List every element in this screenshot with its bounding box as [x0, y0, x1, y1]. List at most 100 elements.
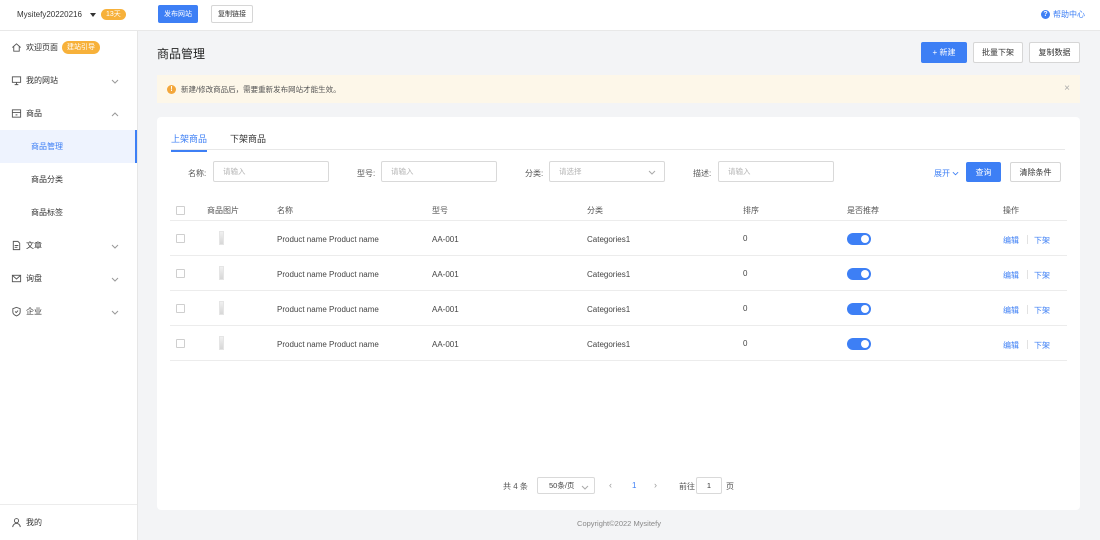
product-image-thumbnail [219, 336, 224, 350]
sidebar-item-mine[interactable]: 我的 [0, 504, 137, 540]
tab-listed-products[interactable]: 上架商品 [171, 132, 208, 152]
product-sort: 0 [743, 304, 748, 313]
sidebar-item-label: 我的 [26, 518, 42, 527]
recommend-toggle[interactable] [847, 303, 871, 315]
filter-desc-input[interactable] [718, 161, 834, 182]
row-checkbox[interactable] [176, 339, 185, 348]
product-model: AA-001 [432, 235, 459, 244]
edit-link[interactable]: 编辑 [1003, 340, 1019, 351]
recommend-toggle[interactable] [847, 268, 871, 280]
sidebar-item-welcome[interactable]: 欢迎页面 建站引导 [0, 31, 137, 64]
site-name: Mysitefy20220216 [17, 10, 82, 19]
header-recommend: 是否推荐 [847, 206, 879, 215]
new-product-button[interactable]: + 新建 [921, 42, 967, 63]
user-icon [10, 517, 22, 529]
product-category: Categories1 [587, 235, 631, 244]
pagination: 共 4 条 50条/页 ‹ 1 › 前往 页 [157, 477, 1080, 495]
chevron-down-icon [952, 171, 959, 176]
edit-link[interactable]: 编辑 [1003, 235, 1019, 246]
product-list-card: 上架商品 下架商品 名称: 型号: 分类: 请选择 描述: 展开 查询 清除条件… [157, 117, 1080, 510]
product-table: 商品图片 名称 型号 分类 排序 是否推荐 操作 Product name Pr… [170, 199, 1067, 361]
notice-banner: ! 新建/修改商品后，需要重新发布网站才能生效。 × [157, 75, 1080, 103]
publish-site-button[interactable]: 发布网站 [158, 5, 198, 23]
row-checkbox[interactable] [176, 304, 185, 313]
page-size-select[interactable]: 50条/页 [537, 477, 595, 494]
sidebar-item-label: 我的网站 [26, 76, 58, 85]
unlist-link[interactable]: 下架 [1034, 235, 1050, 246]
row-checkbox[interactable] [176, 234, 185, 243]
box-icon [10, 108, 22, 120]
filter-category-select[interactable]: 请选择 [549, 161, 665, 182]
copy-data-button[interactable]: 复制数据 [1029, 42, 1080, 63]
top-bar: Mysitefy20220216 13天 发布网站 复制链接 ? 帮助中心 [0, 0, 1100, 31]
sidebar-item-products[interactable]: 商品 [0, 97, 137, 130]
product-image-thumbnail [219, 231, 224, 245]
page-title: 商品管理 [157, 47, 206, 61]
row-checkbox[interactable] [176, 269, 185, 278]
clear-filters-button[interactable]: 清除条件 [1010, 162, 1061, 182]
product-category: Categories1 [587, 340, 631, 349]
sidebar-item-articles[interactable]: 文章 [0, 229, 137, 262]
filter-name-input[interactable] [213, 161, 329, 182]
pagination-total: 共 4 条 [503, 482, 528, 491]
edit-link[interactable]: 编辑 [1003, 305, 1019, 316]
header-sort: 排序 [743, 206, 759, 215]
edit-link[interactable]: 编辑 [1003, 270, 1019, 281]
header-name: 名称 [277, 206, 293, 215]
site-selector[interactable]: Mysitefy20220216 13天 [17, 9, 126, 20]
prev-page-button[interactable]: ‹ [609, 480, 612, 490]
sidebar-item-label: 商品 [26, 109, 42, 118]
sidebar-item-my-site[interactable]: 我的网站 [0, 64, 137, 97]
recommend-toggle[interactable] [847, 233, 871, 245]
new-label: 新建 [939, 48, 956, 57]
product-category: Categories1 [587, 305, 631, 314]
recommend-toggle[interactable] [847, 338, 871, 350]
product-model: AA-001 [432, 305, 459, 314]
header-image: 商品图片 [207, 206, 239, 215]
table-header: 商品图片 名称 型号 分类 排序 是否推荐 操作 [170, 199, 1067, 221]
filter-category-label: 分类: [525, 169, 544, 178]
action-divider [1027, 235, 1028, 244]
header-category: 分类 [587, 206, 603, 215]
product-sort: 0 [743, 269, 748, 278]
sidebar-item-product-tags[interactable]: 商品标签 [0, 196, 137, 229]
unlist-link[interactable]: 下架 [1034, 305, 1050, 316]
product-image-thumbnail [219, 301, 224, 315]
query-button[interactable]: 查询 [966, 162, 1001, 182]
sidebar-item-inquiry[interactable]: 询盘 [0, 262, 137, 295]
header-actions: 操作 [1003, 206, 1019, 215]
table-row: Product name Product name AA-001 Categor… [170, 256, 1067, 291]
goto-page-input[interactable] [696, 477, 722, 494]
notice-text: 新建/修改商品后，需要重新发布网站才能生效。 [181, 84, 341, 94]
sidebar-item-label: 文章 [26, 241, 42, 250]
sidebar-item-label: 询盘 [26, 274, 42, 283]
copy-link-button[interactable]: 复制链接 [211, 5, 253, 23]
close-icon[interactable]: × [1064, 84, 1070, 94]
chevron-down-icon [648, 168, 656, 177]
help-icon: ? [1041, 10, 1050, 19]
help-center-link[interactable]: ? 帮助中心 [1041, 9, 1085, 20]
select-all-checkbox[interactable] [176, 206, 185, 215]
filter-model-input[interactable] [381, 161, 497, 182]
product-model: AA-001 [432, 270, 459, 279]
tab-unlisted-products[interactable]: 下架商品 [230, 132, 266, 150]
shield-icon [10, 306, 22, 318]
product-sort: 0 [743, 234, 748, 243]
unlist-link[interactable]: 下架 [1034, 270, 1050, 281]
sidebar-item-company[interactable]: 企业 [0, 295, 137, 328]
next-page-button[interactable]: › [654, 480, 657, 490]
unlist-link[interactable]: 下架 [1034, 340, 1050, 351]
expand-filters-link[interactable]: 展开 [934, 168, 959, 179]
filter-name-label: 名称: [188, 169, 207, 178]
bulk-unlist-button[interactable]: 批量下架 [973, 42, 1023, 63]
guide-badge[interactable]: 建站引导 [62, 41, 100, 54]
filter-model-label: 型号: [357, 169, 376, 178]
copyright-footer: Copyright©2022 Mysitefy [577, 519, 661, 528]
chevron-up-icon [111, 110, 119, 119]
sidebar-item-product-category[interactable]: 商品分类 [0, 163, 137, 196]
chevron-down-icon [111, 77, 119, 86]
sidebar-item-product-management[interactable]: 商品管理 [0, 130, 137, 163]
filter-desc-label: 描述: [693, 169, 712, 178]
page-number-current[interactable]: 1 [632, 481, 636, 490]
mail-icon [10, 273, 22, 285]
